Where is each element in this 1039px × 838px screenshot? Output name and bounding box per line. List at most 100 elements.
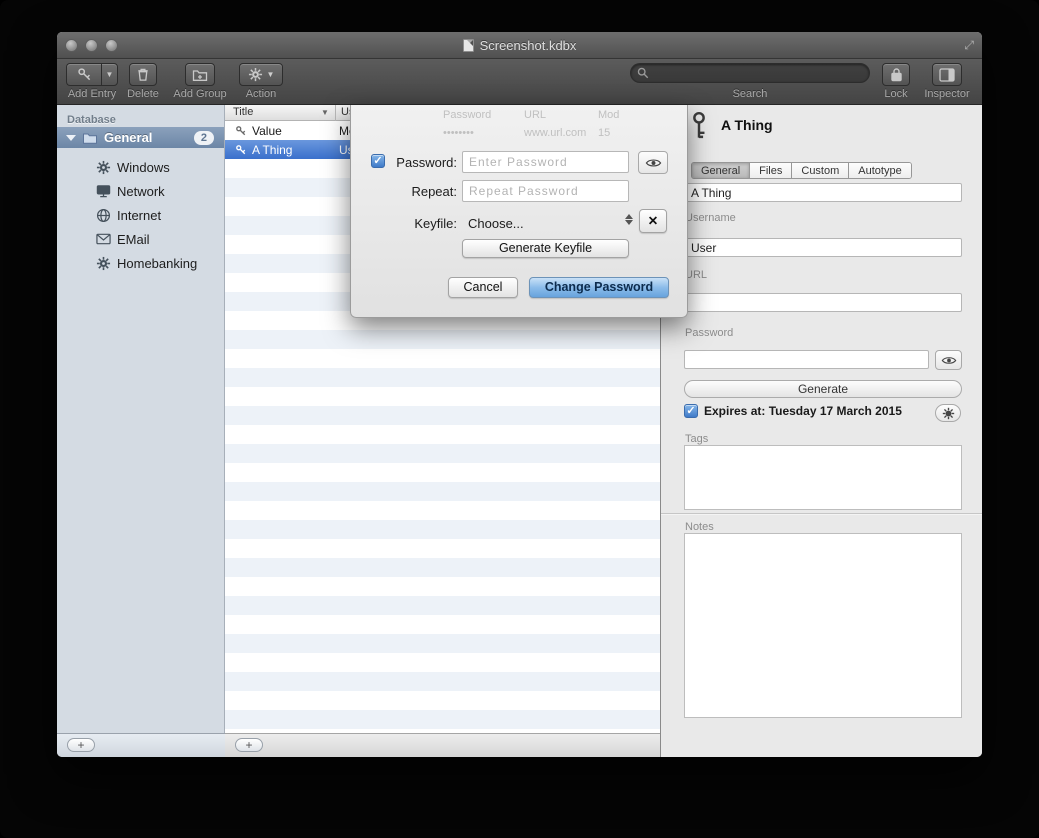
gear-icon xyxy=(248,67,263,82)
sort-arrow-icon: ▼ xyxy=(321,108,329,117)
sidebar-bottom-bar: + xyxy=(57,733,225,757)
eye-icon xyxy=(645,157,662,169)
column-divider[interactable] xyxy=(335,105,336,121)
add-group-plus-button[interactable]: + xyxy=(67,738,95,752)
search-field[interactable] xyxy=(630,63,870,83)
eye-icon xyxy=(941,355,957,366)
add-entry-dropdown[interactable]: ▼ xyxy=(101,63,118,86)
action-dropdown-arrow: ▼ xyxy=(267,70,275,79)
inspector-button[interactable] xyxy=(932,63,962,86)
window-title-area: Screenshot.kdbx xyxy=(57,32,982,59)
envelope-icon xyxy=(95,231,111,247)
sidebar-item-email[interactable]: EMail xyxy=(57,227,224,251)
key-icon xyxy=(235,144,247,156)
add-entry-button[interactable] xyxy=(66,63,101,86)
tab-files[interactable]: Files xyxy=(750,163,792,178)
document-proxy-icon xyxy=(463,39,474,52)
action-label: Action xyxy=(231,88,291,100)
cancel-button[interactable]: Cancel xyxy=(448,277,518,298)
generate-password-button[interactable]: Generate xyxy=(684,380,962,398)
display-icon xyxy=(95,183,111,199)
list-bottom-bar: + xyxy=(225,733,660,757)
repeat-password-input[interactable] xyxy=(462,180,629,202)
sidebar-header: Database xyxy=(67,114,116,126)
generate-keyfile-button[interactable]: Generate Keyfile xyxy=(462,239,629,258)
key-icon xyxy=(235,125,247,137)
sidebar-item-windows[interactable]: Windows xyxy=(57,155,224,179)
delete-button[interactable] xyxy=(129,63,157,86)
lock-button[interactable] xyxy=(882,63,910,86)
group-count-badge: 2 xyxy=(194,131,214,145)
fullscreen-icon[interactable]: ⤢ xyxy=(964,38,974,53)
sheet-repeat-label: Repeat: xyxy=(387,184,457,199)
inspector-label: Inspector xyxy=(917,88,977,100)
keyfile-popup[interactable]: Choose... xyxy=(468,216,524,231)
sheet-password-label: Password: xyxy=(387,155,457,170)
key-icon xyxy=(688,111,710,141)
notes-input[interactable] xyxy=(684,533,962,718)
clear-keyfile-button[interactable]: ✕ xyxy=(639,209,667,233)
folder-plus-icon xyxy=(192,68,208,82)
tags-label: Tags xyxy=(685,433,708,445)
key-icon xyxy=(77,67,92,82)
ghost-url-header: URL xyxy=(524,109,546,121)
inspector-entry-title: A Thing xyxy=(721,117,773,133)
trash-icon xyxy=(136,67,150,82)
section-divider xyxy=(661,513,982,514)
ghost-modified-value: 15 xyxy=(598,127,610,139)
expires-settings-button[interactable] xyxy=(935,404,961,422)
search-input[interactable] xyxy=(649,65,863,81)
desktop: Screenshot.kdbx ⤢ ▼ Add Entry Delete Add… xyxy=(0,0,1039,838)
tab-autotype[interactable]: Autotype xyxy=(849,163,910,178)
action-button[interactable]: ▼ xyxy=(239,63,283,86)
gear-icon xyxy=(95,159,111,175)
expires-row: ✓ Expires at: Tuesday 17 March 2015 xyxy=(684,404,902,418)
username-field[interactable] xyxy=(684,238,962,257)
url-field[interactable] xyxy=(684,293,962,312)
titlebar: Screenshot.kdbx ⤢ xyxy=(57,32,982,59)
app-window: Screenshot.kdbx ⤢ ▼ Add Entry Delete Add… xyxy=(57,32,982,757)
sidebar-group-label: General xyxy=(104,130,152,145)
tab-custom[interactable]: Custom xyxy=(792,163,849,178)
password-checkbox[interactable]: ✓ xyxy=(371,154,385,168)
disclosure-triangle-icon[interactable] xyxy=(66,135,76,141)
keyfile-popup-value: Choose... xyxy=(468,216,524,231)
password-field[interactable] xyxy=(684,350,929,369)
ghost-url-value: www.url.com xyxy=(524,127,586,139)
entry-title: A Thing xyxy=(252,143,324,157)
sidebar-group-general[interactable]: General 2 xyxy=(57,127,224,148)
sidebar-item-label: Internet xyxy=(117,208,161,223)
ghost-modified-header: Mod xyxy=(598,109,619,121)
title-field[interactable] xyxy=(684,183,962,202)
search-label: Search xyxy=(700,88,800,100)
change-password-sheet: Password URL Mod •••••••• www.url.com 15… xyxy=(350,105,688,318)
sidebar-item-internet[interactable]: Internet xyxy=(57,203,224,227)
new-password-input[interactable] xyxy=(462,151,629,173)
sidebar-item-label: Homebanking xyxy=(117,256,197,271)
change-password-button[interactable]: Change Password xyxy=(529,277,669,298)
sidebar-item-label: Windows xyxy=(117,160,170,175)
expires-checkbox[interactable]: ✓ xyxy=(684,404,698,418)
notes-label: Notes xyxy=(685,521,714,533)
add-group-button[interactable] xyxy=(185,63,215,86)
column-header-title[interactable]: Title xyxy=(233,106,253,118)
reveal-password-button[interactable] xyxy=(638,151,668,174)
tab-general[interactable]: General xyxy=(692,163,750,178)
url-label: URL xyxy=(685,269,707,281)
sidebar-item-label: Network xyxy=(117,184,165,199)
reveal-password-button[interactable] xyxy=(935,350,962,370)
folder-icon xyxy=(82,131,98,145)
sidebar: Database General 2 Windows Network Inter… xyxy=(57,105,225,733)
add-entry-plus-button[interactable]: + xyxy=(235,738,263,752)
add-group-label: Add Group xyxy=(165,88,235,100)
popup-stepper-icon[interactable] xyxy=(625,214,633,225)
sidebar-item-label: EMail xyxy=(117,232,150,247)
sidebar-item-network[interactable]: Network xyxy=(57,179,224,203)
inspector-panel: A Thing General Files Custom Autotype Us… xyxy=(660,105,982,757)
sidebar-item-homebanking[interactable]: Homebanking xyxy=(57,251,224,275)
delete-label: Delete xyxy=(113,88,173,100)
inspector-panel-icon xyxy=(939,68,955,82)
tags-input[interactable] xyxy=(684,445,962,510)
expires-text: Expires at: Tuesday 17 March 2015 xyxy=(704,404,902,418)
globe-icon xyxy=(95,207,111,223)
